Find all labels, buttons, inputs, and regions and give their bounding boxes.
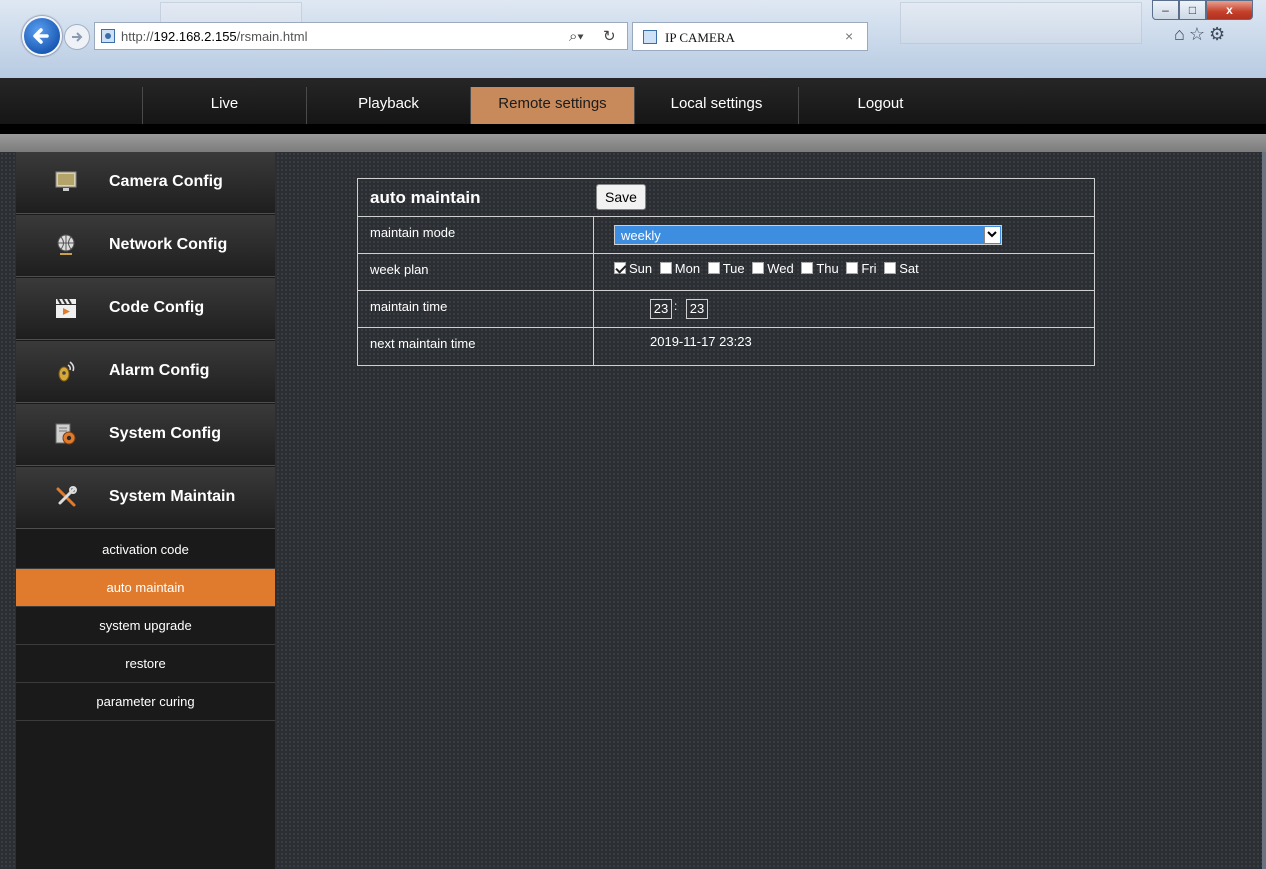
week-plan-row: week plan Sun Mon Tue Wed Thu Fri Sat [358,254,1094,291]
nav-divider [0,124,1266,134]
sidebar-code-config-label: Code Config [109,299,205,316]
day-tue[interactable]: Tue [707,261,745,276]
refresh-icon[interactable]: ↻ [603,27,616,45]
sidebar-item-parameter-curing[interactable]: parameter curing [16,683,275,721]
nav-remote-settings[interactable]: Remote settings [470,87,634,125]
save-button[interactable]: Save [596,184,646,210]
chevron-down-icon[interactable] [984,227,1000,243]
thu-checkbox[interactable] [801,262,814,274]
sidebar-system-config-label: System Config [109,425,222,442]
monitor-icon [55,171,77,191]
search-icon[interactable]: ⌕▾ [569,28,584,45]
nav-live[interactable]: Live [142,87,306,125]
day-fri[interactable]: Fri [846,261,877,276]
wed-checkbox[interactable] [752,262,765,274]
tab-title: IP CAMERA [665,30,735,45]
maintain-time-label: maintain time [358,291,594,327]
maintain-time-row: maintain time 23 : 23 [358,291,1094,328]
day-label: Thu [816,261,839,276]
back-arrow-icon [33,28,49,44]
day-label: Wed [767,261,794,276]
alarm-sensor-icon [58,361,75,382]
sidebar-system-maintain[interactable]: System Maintain [16,467,275,529]
panel-header: auto maintain Save [358,179,1094,217]
minimize-button[interactable]: – [1152,0,1179,20]
sidebar: Camera Config Network Config Code Config [16,152,275,869]
favorites-star-icon[interactable]: ☆ [1189,24,1209,44]
day-sun[interactable]: Sun [614,261,652,276]
sidebar-item-system-upgrade[interactable]: system upgrade [16,607,275,645]
next-maintain-time-row: next maintain time 2019-11-17 23:23 [358,328,1094,365]
browser-chrome: http://192.168.2.155/rsmain.html ⌕▾ ↻ IP… [0,0,1266,79]
sidebar-item-restore[interactable]: restore [16,645,275,683]
close-window-button[interactable]: x [1206,0,1253,20]
day-wed[interactable]: Wed [752,261,794,276]
auto-maintain-panel: auto maintain Save maintain mode weekly … [357,178,1095,366]
day-mon[interactable]: Mon [659,261,701,276]
sidebar-alarm-config[interactable]: Alarm Config [16,341,275,403]
week-plan-days: Sun Mon Tue Wed Thu Fri Sat [614,261,923,276]
tue-checkbox[interactable] [707,262,720,274]
clapperboard-icon [56,298,76,318]
time-separator: : [674,299,678,313]
page-icon [101,29,115,43]
window-edge [1262,152,1266,869]
nav-playback[interactable]: Playback [306,87,470,125]
week-plan-label: week plan [358,254,594,290]
close-tab-icon[interactable]: × [845,28,853,44]
sidebar-camera-config-label: Camera Config [109,173,223,190]
next-maintain-time-value: 2019-11-17 23:23 [650,334,752,349]
page-icon [643,30,657,44]
sidebar-system-config[interactable]: System Config [16,404,275,466]
background-window-ghost [900,2,1142,44]
wrench-screwdriver-icon [56,486,77,507]
home-icon[interactable]: ⌂ [1174,24,1189,44]
maintain-mode-label: maintain mode [358,217,594,253]
sidebar-network-config-label: Network Config [109,236,228,253]
address-bar[interactable]: http://192.168.2.155/rsmain.html ⌕▾ ↻ [94,22,628,50]
sidebar-camera-config[interactable]: Camera Config [16,152,275,214]
content-area: Camera Config Network Config Code Config [0,152,1266,869]
fri-checkbox[interactable] [846,262,859,274]
browser-toolbar: ⌂☆⚙ [1174,24,1229,45]
sidebar-system-maintain-label: System Maintain [109,488,236,505]
day-label: Fri [861,261,877,276]
minute-input[interactable]: 23 [686,299,708,319]
back-button[interactable] [22,16,62,56]
browser-tab[interactable]: IP CAMERA × [632,22,868,51]
sun-checkbox[interactable] [614,262,626,274]
settings-gear-icon[interactable]: ⚙ [1209,24,1229,44]
url-text: http://192.168.2.155/rsmain.html [121,29,308,44]
day-sat[interactable]: Sat [884,261,919,276]
sidebar-alarm-config-label: Alarm Config [109,362,210,379]
globe-network-icon [57,234,75,255]
gear-document-icon [55,423,76,445]
sidebar-item-auto-maintain[interactable]: auto maintain [16,569,275,607]
sidebar-item-activation-code[interactable]: activation code [16,531,275,569]
mon-checkbox[interactable] [659,262,672,274]
maintain-mode-value: weekly [621,228,661,243]
nav-logout[interactable]: Logout [798,87,962,125]
next-maintain-time-label: next maintain time [358,328,594,365]
maintain-mode-select[interactable]: weekly [614,225,1002,245]
sat-checkbox[interactable] [884,262,897,274]
forward-button[interactable] [64,24,90,50]
sidebar-code-config[interactable]: Code Config [16,278,275,340]
day-label: Mon [674,261,701,276]
sidebar-network-config[interactable]: Network Config [16,215,275,277]
hour-input[interactable]: 23 [650,299,672,319]
maximize-button[interactable]: □ [1179,0,1206,20]
header-separator-bar [0,134,1266,152]
day-thu[interactable]: Thu [801,261,839,276]
day-label: Sat [899,261,919,276]
panel-title: auto maintain [370,188,481,207]
maintain-mode-row: maintain mode weekly [358,217,1094,254]
forward-arrow-icon [72,32,83,42]
day-label: Sun [629,261,653,276]
nav-local-settings[interactable]: Local settings [634,87,798,125]
day-label: Tue [722,261,745,276]
